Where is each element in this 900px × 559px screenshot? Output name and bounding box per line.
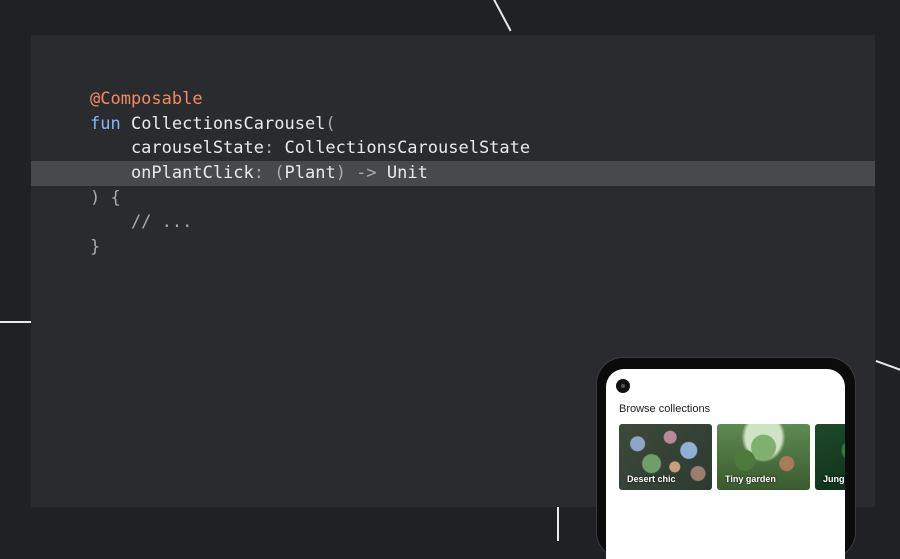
code-token: { [100,187,121,208]
code-token: CollectionsCarousel [120,113,326,134]
code-token: : [264,138,275,159]
code-line: } [31,235,875,260]
collections-carousel[interactable]: Desert chic Tiny garden Jung [619,424,845,490]
code-line-highlighted: onPlantClick: (Plant) -> Unit [31,161,875,186]
phone-screen: Browse collections Desert chic Tiny gard… [606,369,845,559]
phone-mockup: Browse collections Desert chic Tiny gard… [597,358,855,559]
code-token: fun [90,113,121,134]
collection-card-tiny-garden[interactable]: Tiny garden [717,424,810,490]
code-token: ( [325,113,336,134]
screen-title: Browse collections [619,403,711,415]
code-line: // ... [31,210,875,235]
code-token: CollectionsCarouselState [274,138,531,159]
code-line: carouselState: CollectionsCarouselState [31,136,875,161]
collection-card-jungle[interactable]: Jung [815,424,845,490]
code-token: ( [264,163,285,184]
decorative-line-right [875,360,900,372]
code-line: fun CollectionsCarousel( [31,112,875,137]
camera-icon [616,379,630,393]
collection-card-label: Jung [823,474,845,484]
code-token: } [90,237,101,258]
code-token: // ... [90,212,193,233]
decorative-line-top [491,0,512,32]
code-line: @Composable [31,87,875,112]
collection-card-desert-chic[interactable]: Desert chic [619,424,712,490]
code-token: -> [345,163,377,184]
code-token: ) [335,163,346,184]
decorative-line-left [0,321,31,323]
collection-card-label: Desert chic [627,474,676,484]
code-token: Plant [284,163,336,184]
code-token: @Composable [90,89,203,109]
code-line: ) { [31,186,875,211]
code-token: : [253,163,265,184]
decorative-line-bottom [557,507,559,541]
code-token: ) [90,187,101,208]
code-token: onPlantClick [90,163,254,184]
collection-card-label: Tiny garden [725,474,776,484]
code-block: @Composable fun CollectionsCarousel( caro… [31,87,875,260]
code-token: carouselState [90,138,264,159]
code-token: Unit [376,163,428,184]
